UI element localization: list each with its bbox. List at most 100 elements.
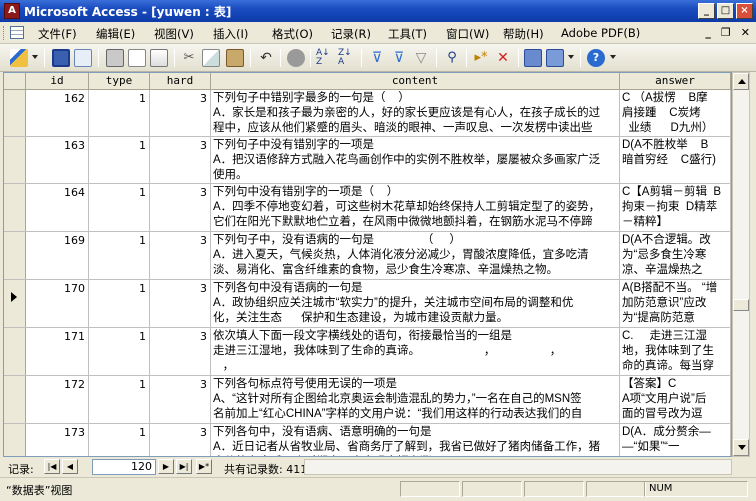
cell-content[interactable]: 下列各句标点符号使用无误的一项是 A、“这针对所有企图给北京奥运会制造混乱的势力，… <box>211 376 620 423</box>
cell-content[interactable]: 下列句子中错别字最多的一句是（ ） A．家长是和孩子最为亲密的人，好的家长更应该是… <box>211 90 620 136</box>
menu-adobe-pdf[interactable]: Adobe PDF(B) <box>561 26 640 40</box>
column-header-content[interactable]: content <box>211 73 620 90</box>
new-record-nav-button[interactable]: ▶* <box>196 459 212 474</box>
cell-id[interactable]: 172 <box>26 376 89 423</box>
cell-answer[interactable]: D(A不胜枚举 B 暗首穷经 C盛行) <box>620 137 731 183</box>
menu-format[interactable]: 格式(O) <box>272 26 313 42</box>
close-button[interactable]: × <box>736 3 753 19</box>
paste-icon[interactable] <box>226 49 244 67</box>
previous-record-button[interactable]: ◀ <box>62 459 78 474</box>
menu-window[interactable]: 窗口(W) <box>446 26 489 42</box>
table-document-icon[interactable] <box>10 26 24 39</box>
cell-answer[interactable]: C【A剪辑－剪辑 B 拘束－拘束 D精萃 －精粹】 <box>620 184 731 231</box>
menu-tools[interactable]: 工具(T) <box>388 26 427 42</box>
scroll-thumb[interactable] <box>733 299 749 311</box>
database-window-icon[interactable] <box>524 49 542 67</box>
record-selector[interactable] <box>4 376 26 423</box>
menu-help[interactable]: 帮助(H) <box>503 26 544 42</box>
record-selector[interactable] <box>4 424 26 456</box>
cell-type[interactable]: 1 <box>89 137 150 183</box>
table-row[interactable]: 170 1 3 下列各句中没有语病的一句是 A．政协组织应关注城市“软实力”的提升，关注… <box>4 280 731 328</box>
mdi-minimize-button[interactable]: _ <box>705 26 711 39</box>
cell-content[interactable]: 下列各句中，没有语病、语意明确的一句是 A．近日记者从省牧业局、省商务厅了解到，我… <box>211 424 620 456</box>
cell-type[interactable]: 1 <box>89 90 150 136</box>
scroll-up-button[interactable] <box>733 73 749 90</box>
scroll-down-button[interactable] <box>733 439 749 456</box>
filter-by-form-icon[interactable]: ⊽ <box>390 49 408 67</box>
cell-id[interactable]: 163 <box>26 137 89 183</box>
cell-answer[interactable]: D(A不合逻辑。改 为“忌多食生冷寒 凉、辛温燥热之 <box>620 232 731 279</box>
cell-type[interactable]: 1 <box>89 232 150 279</box>
access-icon[interactable]: A <box>4 3 20 19</box>
cell-content[interactable]: 依次填人下面一段文字横线处的语句，衔接最恰当的一组是 走进三江湿地，我体味到了生命… <box>211 328 620 375</box>
cell-type[interactable]: 1 <box>89 424 150 456</box>
cell-answer[interactable]: A(B搭配不当。 “增 加防范意识”应改 为“提高防范意 <box>620 280 731 327</box>
cell-content[interactable]: 下列句子中，没有语病的一句是 （ ） A．进入夏天，气候炎热，人体消化液分泌减少，… <box>211 232 620 279</box>
filter-by-selection-icon[interactable]: ⊽ <box>368 49 386 67</box>
select-all-corner[interactable] <box>4 73 26 90</box>
cell-content[interactable]: 下列句中没有错别字的一项是（ ） A．四季不停地变幻着，可这些树木花草却始终保持人… <box>211 184 620 231</box>
help-icon[interactable]: ? <box>587 49 605 67</box>
column-header-type[interactable]: type <box>89 73 150 90</box>
column-header-id[interactable]: id <box>26 73 89 90</box>
table-row[interactable]: 164 1 3 下列句中没有错别字的一项是（ ） A．四季不停地变幻着，可这些树木花草却… <box>4 184 731 232</box>
record-selector[interactable] <box>4 184 26 231</box>
menu-records[interactable]: 记录(R) <box>331 26 371 42</box>
save-icon[interactable] <box>52 49 70 67</box>
mdi-close-button[interactable]: ✕ <box>741 26 750 39</box>
cell-hard[interactable]: 3 <box>150 184 211 231</box>
cell-type[interactable]: 1 <box>89 184 150 231</box>
apply-filter-icon[interactable]: ▽ <box>412 49 430 67</box>
design-view-icon[interactable] <box>10 49 28 67</box>
print-icon[interactable] <box>106 49 124 67</box>
search-file-icon[interactable] <box>74 49 92 67</box>
cell-id[interactable]: 173 <box>26 424 89 456</box>
cell-hard[interactable]: 3 <box>150 232 211 279</box>
menu-view[interactable]: 视图(V) <box>154 26 194 42</box>
maximize-button[interactable]: □ <box>717 3 734 19</box>
record-selector[interactable] <box>4 232 26 279</box>
cell-id[interactable]: 170 <box>26 280 89 327</box>
cell-answer[interactable]: D(A．成分赘余— —“如果”“一 <box>620 424 731 456</box>
table-row[interactable]: 169 1 3 下列句子中，没有语病的一句是 （ ） A．进入夏天，气候炎热，人体消化液… <box>4 232 731 280</box>
menu-insert[interactable]: 插入(I) <box>213 26 248 42</box>
column-header-answer[interactable]: answer <box>620 73 731 90</box>
cell-id[interactable]: 169 <box>26 232 89 279</box>
mdi-restore-button[interactable]: ❐ <box>721 26 731 39</box>
cell-id[interactable]: 164 <box>26 184 89 231</box>
cell-answer[interactable]: C. 走进三江湿 地，我体味到了生 命的真谛。每当穿 <box>620 328 731 375</box>
cell-answer[interactable]: 【答案】C A项“文用户说”后 面的冒号改为逗 <box>620 376 731 423</box>
cell-content[interactable]: 下列各句中没有语病的一句是 A．政协组织应关注城市“软实力”的提升，关注城市空间布… <box>211 280 620 327</box>
record-selector[interactable] <box>4 137 26 183</box>
last-record-button[interactable]: ▶| <box>176 459 192 474</box>
vertical-scrollbar[interactable] <box>732 72 750 457</box>
new-object-dropdown-icon[interactable] <box>568 55 574 59</box>
column-header-hard[interactable]: hard <box>150 73 211 90</box>
print-preview-icon[interactable] <box>128 49 146 67</box>
table-row[interactable]: 163 1 3 下列句子中没有错别字的一项是 A．把汉语修辞方式融入花鸟画创作中的实例不… <box>4 137 731 184</box>
cell-type[interactable]: 1 <box>89 328 150 375</box>
spelling-icon[interactable] <box>150 49 168 67</box>
cell-id[interactable]: 171 <box>26 328 89 375</box>
record-selector[interactable] <box>4 280 26 327</box>
new-record-icon[interactable]: ▸* <box>472 49 490 67</box>
minimize-button[interactable]: _ <box>698 3 715 19</box>
table-row[interactable]: 173 1 3 下列各句中，没有语病、语意明确的一句是 A．近日记者从省牧业局、省商务厅… <box>4 424 731 456</box>
cut-icon[interactable]: ✂ <box>180 49 198 67</box>
sort-descending-icon[interactable]: Z↓ A <box>338 49 356 67</box>
table-row[interactable]: 171 1 3 依次填人下面一段文字横线处的语句，衔接最恰当的一组是 走进三江湿地，我体… <box>4 328 731 376</box>
menu-grip[interactable] <box>3 26 6 40</box>
cell-hard[interactable]: 3 <box>150 328 211 375</box>
table-row[interactable]: 162 1 3 下列句子中错别字最多的一句是（ ） A．家长是和孩子最为亲密的人，好的家… <box>4 90 731 137</box>
current-record-field[interactable]: 120 <box>92 459 156 475</box>
record-selector[interactable] <box>4 328 26 375</box>
menu-file[interactable]: 文件(F) <box>38 26 77 42</box>
cell-hard[interactable]: 3 <box>150 424 211 456</box>
horizontal-scrollbar[interactable] <box>304 459 732 475</box>
record-selector[interactable] <box>4 90 26 136</box>
cell-hard[interactable]: 3 <box>150 137 211 183</box>
new-object-icon[interactable] <box>546 49 564 67</box>
cell-hard[interactable]: 3 <box>150 376 211 423</box>
cell-hard[interactable]: 3 <box>150 280 211 327</box>
sort-ascending-icon[interactable]: A↓ Z <box>316 49 334 67</box>
